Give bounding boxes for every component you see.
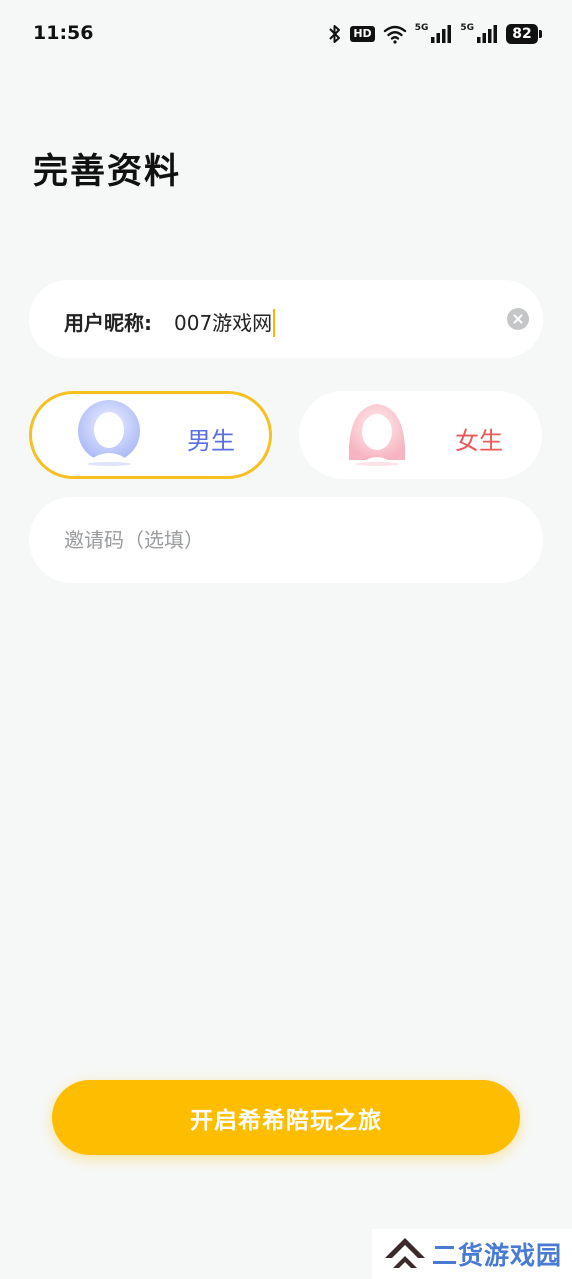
nickname-value: 007游戏网 [174, 311, 273, 335]
watermark: 二货游戏园 [372, 1229, 572, 1279]
wifi-icon [383, 25, 406, 44]
page-title: 完善资料 [33, 152, 182, 192]
nickname-field[interactable]: 用户昵称: 007游戏网 [29, 280, 543, 358]
status-icons: HD 5G 5G 82 [328, 22, 542, 46]
status-time: 11:56 [33, 22, 94, 44]
gender-male-label: 男生 [187, 427, 235, 455]
status-bar: 11:56 HD 5G 5G 82 [0, 0, 572, 70]
watermark-text: 二货游戏园 [432, 1241, 563, 1270]
text-caret [273, 308, 276, 337]
bluetooth-icon [329, 25, 341, 43]
watermark-logo-icon [385, 1238, 425, 1268]
start-journey-button[interactable]: 开启希希陪玩之旅 [52, 1080, 520, 1155]
hd-badge: HD [350, 26, 375, 42]
nickname-input[interactable]: 007游戏网 [174, 307, 276, 337]
female-avatar-icon [348, 404, 406, 466]
signal-icon [477, 25, 497, 43]
network-type-label: 5G [460, 23, 474, 33]
invite-code-input[interactable] [64, 524, 504, 556]
gender-female-option[interactable]: 女生 [299, 391, 542, 479]
clear-icon[interactable] [507, 308, 529, 330]
nickname-label: 用户昵称: [64, 311, 152, 335]
network-type-label: 5G [414, 23, 429, 33]
male-avatar-icon [78, 400, 140, 466]
signal-icon [431, 25, 452, 43]
gender-male-option[interactable]: 男生 [29, 391, 272, 479]
gender-female-label: 女生 [455, 427, 503, 455]
battery-icon: 82 [506, 24, 542, 44]
invite-code-field[interactable] [29, 497, 543, 583]
